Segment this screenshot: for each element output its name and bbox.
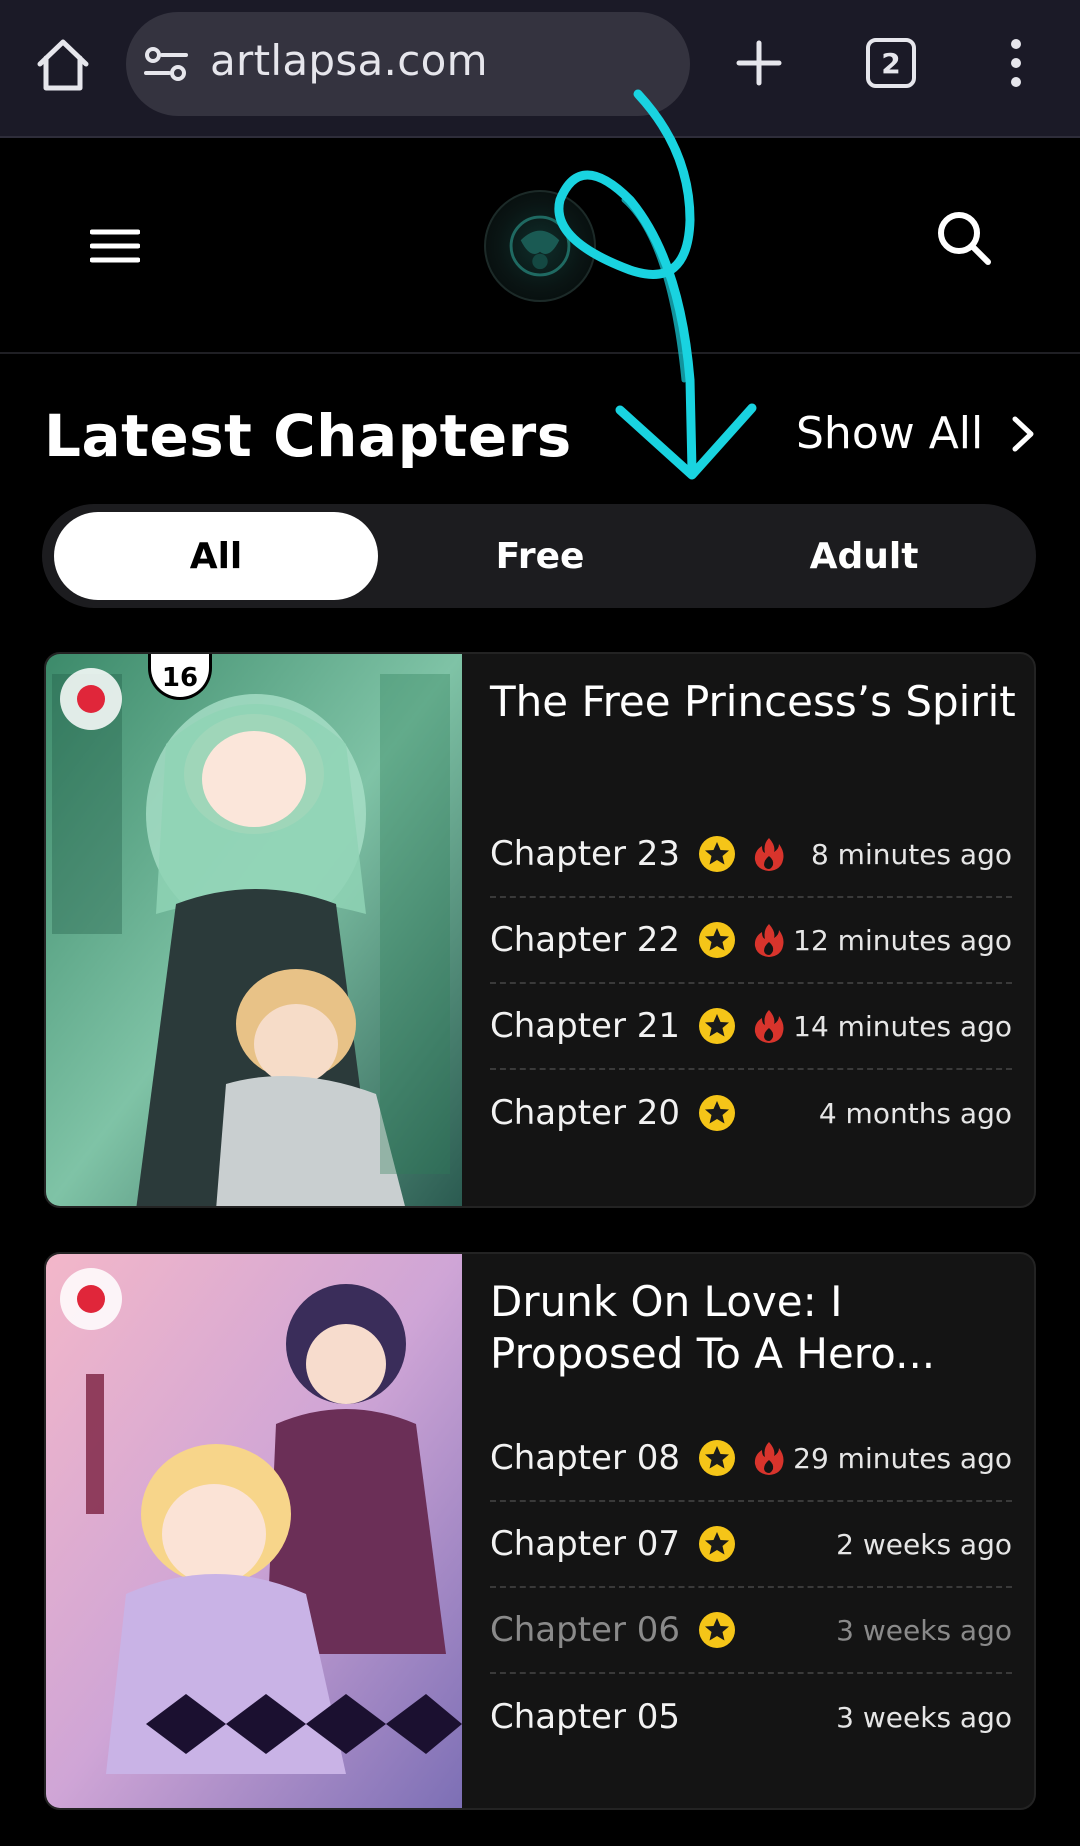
chapter-time: 4 months ago: [818, 1096, 1012, 1130]
search-icon[interactable]: [934, 208, 994, 268]
chapter-list: Chapter 23 8 minutes ago Chapter 22 12 m…: [490, 812, 1012, 1156]
chapter-row[interactable]: Chapter 21 14 minutes ago: [490, 984, 1012, 1070]
star-icon: [699, 1008, 736, 1044]
live-dot-icon: [60, 668, 122, 730]
home-icon[interactable]: [34, 36, 92, 94]
site-logo[interactable]: [484, 190, 596, 302]
star-icon: [699, 1526, 736, 1562]
browser-toolbar: artlapsa.com 2: [0, 0, 1080, 138]
manga-cover[interactable]: 16: [46, 654, 462, 1206]
chapter-name: Chapter 08: [490, 1438, 681, 1478]
manga-card[interactable]: 16 The Free Princess’s Spirit Chapter 23…: [44, 652, 1036, 1208]
chapter-name: Chapter 20: [490, 1093, 681, 1133]
chapter-row[interactable]: Chapter 23 8 minutes ago: [490, 812, 1012, 898]
star-icon: [699, 1440, 736, 1476]
chapter-time: 3 weeks ago: [836, 1613, 1012, 1647]
chapter-row[interactable]: Chapter 06 3 weeks ago: [490, 1588, 1012, 1674]
hamburger-icon[interactable]: [90, 226, 140, 266]
manga-title[interactable]: The Free Princess’s Spirit: [490, 676, 1020, 728]
chapter-row[interactable]: Chapter 22 12 minutes ago: [490, 898, 1012, 984]
site-header: [0, 140, 1080, 354]
url-text[interactable]: artlapsa.com: [210, 36, 488, 85]
chapter-time: 8 minutes ago: [810, 837, 1012, 871]
new-tab-icon[interactable]: [736, 40, 782, 86]
chapter-time: 29 minutes ago: [793, 1441, 1012, 1475]
show-all-label: Show All: [796, 408, 984, 459]
chapter-row[interactable]: Chapter 05 3 weeks ago: [490, 1674, 1012, 1760]
cover-art-image: [46, 1254, 462, 1808]
chapter-time: 2 weeks ago: [836, 1527, 1012, 1561]
tab-free[interactable]: Free: [378, 512, 702, 600]
more-vert-icon[interactable]: [1004, 38, 1028, 88]
chapter-time: 14 minutes ago: [793, 1009, 1012, 1043]
star-icon: [699, 1095, 736, 1131]
tab-switcher-button[interactable]: 2: [866, 38, 916, 88]
star-icon: [699, 922, 736, 958]
chapter-time: 3 weeks ago: [836, 1700, 1012, 1734]
filter-tabs: All Free Adult: [42, 504, 1036, 608]
chapter-list: Chapter 08 29 minutes ago Chapter 07 2 w…: [490, 1416, 1012, 1760]
chapter-name: Chapter 07: [490, 1524, 681, 1564]
chapter-name: Chapter 06: [490, 1610, 681, 1650]
chapter-name: Chapter 05: [490, 1697, 681, 1737]
tab-all[interactable]: All: [54, 512, 378, 600]
logo-emblem-icon: [509, 215, 571, 277]
site-settings-icon[interactable]: [144, 46, 188, 82]
live-dot-icon: [60, 1268, 122, 1330]
fire-icon: [754, 1442, 784, 1475]
chapter-name: Chapter 21: [490, 1006, 681, 1046]
star-icon: [699, 836, 736, 872]
chevron-right-icon: [1012, 416, 1034, 451]
manga-cover[interactable]: [46, 1254, 462, 1808]
chapter-name: Chapter 23: [490, 834, 681, 874]
chapter-row[interactable]: Chapter 07 2 weeks ago: [490, 1502, 1012, 1588]
tab-adult[interactable]: Adult: [702, 512, 1026, 600]
chapter-row[interactable]: Chapter 20 4 months ago: [490, 1070, 1012, 1156]
star-icon: [699, 1612, 736, 1648]
manga-title[interactable]: Drunk On Love: I Proposed To A Hero...: [490, 1276, 1020, 1380]
manga-card[interactable]: Drunk On Love: I Proposed To A Hero... C…: [44, 1252, 1036, 1810]
fire-icon: [754, 1010, 784, 1043]
chapter-name: Chapter 22: [490, 920, 681, 960]
chapter-row[interactable]: Chapter 08 29 minutes ago: [490, 1416, 1012, 1502]
cover-art-image: [46, 654, 462, 1206]
fire-icon: [754, 838, 784, 871]
chapter-time: 12 minutes ago: [793, 923, 1012, 957]
section-title: Latest Chapters: [44, 402, 572, 470]
fire-icon: [754, 924, 784, 957]
show-all-link[interactable]: Show All: [796, 408, 1037, 459]
